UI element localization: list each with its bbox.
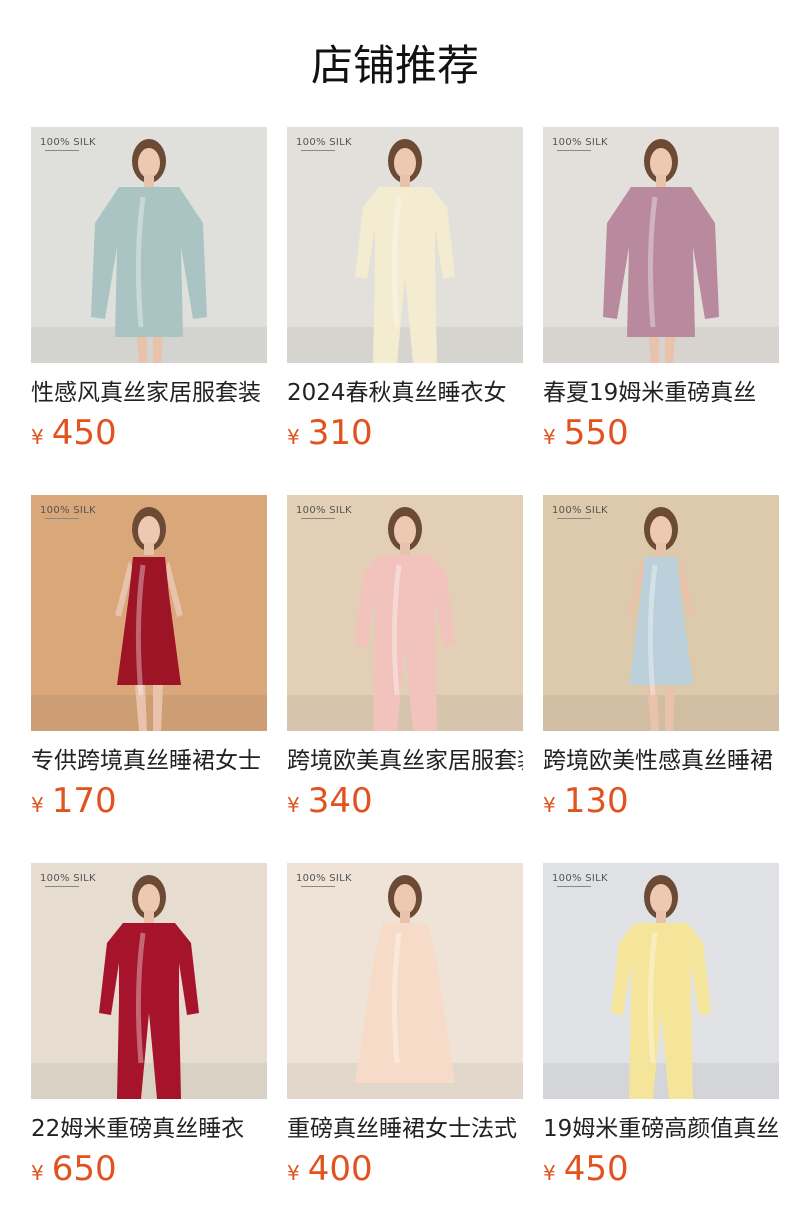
product-name[interactable]: 专供跨境真丝睡裙女士 xyxy=(31,745,267,777)
product-card[interactable]: 100% SILK 2024春秋真丝睡衣女 ¥310 xyxy=(287,127,523,453)
product-photo xyxy=(31,863,267,1099)
product-price: ¥130 xyxy=(543,781,779,821)
product-price: ¥340 xyxy=(287,781,523,821)
product-price: ¥450 xyxy=(31,413,267,453)
price-amount: 450 xyxy=(563,1149,629,1189)
price-amount: 400 xyxy=(307,1149,373,1189)
product-name[interactable]: 19姆米重磅高颜值真丝 xyxy=(543,1113,779,1145)
product-image[interactable]: 100% SILK xyxy=(31,495,267,731)
product-card[interactable]: 100% SILK 性感风真丝家居服套装 ¥450 xyxy=(31,127,267,453)
product-photo xyxy=(543,495,779,731)
brand-logo-underline xyxy=(45,150,79,151)
product-grid: 100% SILK 性感风真丝家居服套装 ¥450 100% SILK 2024春秋真丝… xyxy=(31,127,779,1189)
brand-logo: 100% SILK xyxy=(296,505,352,516)
currency-symbol: ¥ xyxy=(543,1161,556,1185)
currency-symbol: ¥ xyxy=(543,793,556,817)
product-photo xyxy=(543,127,779,363)
product-name[interactable]: 2024春秋真丝睡衣女 xyxy=(287,377,523,409)
brand-logo-underline xyxy=(301,150,335,151)
currency-symbol: ¥ xyxy=(287,425,300,449)
product-photo xyxy=(543,863,779,1099)
product-image[interactable]: 100% SILK xyxy=(31,127,267,363)
section-title: 店铺推荐 xyxy=(310,41,479,90)
product-name[interactable]: 跨境欧美性感真丝睡裙 xyxy=(543,745,779,777)
currency-symbol: ¥ xyxy=(31,793,44,817)
price-amount: 450 xyxy=(51,413,117,453)
product-name[interactable]: 重磅真丝睡裙女士法式 xyxy=(287,1113,523,1145)
brand-logo: 100% SILK xyxy=(296,137,352,148)
brand-logo: 100% SILK xyxy=(40,137,96,148)
brand-logo: 100% SILK xyxy=(552,137,608,148)
price-amount: 650 xyxy=(51,1149,117,1189)
brand-logo-underline xyxy=(557,150,591,151)
currency-symbol: ¥ xyxy=(31,1161,44,1185)
product-photo xyxy=(287,127,523,363)
product-card[interactable]: 100% SILK 春夏19姆米重磅真丝 ¥550 xyxy=(543,127,779,453)
brand-logo-underline xyxy=(45,886,79,887)
price-amount: 170 xyxy=(51,781,117,821)
brand-logo: 100% SILK xyxy=(296,873,352,884)
brand-logo-underline xyxy=(557,886,591,887)
product-price: ¥310 xyxy=(287,413,523,453)
product-photo xyxy=(287,863,523,1099)
product-name[interactable]: 跨境欧美真丝家居服套装 xyxy=(287,745,523,777)
brand-logo: 100% SILK xyxy=(40,505,96,516)
product-card[interactable]: 100% SILK 跨境欧美性感真丝睡裙 ¥130 xyxy=(543,495,779,821)
currency-symbol: ¥ xyxy=(287,1161,300,1185)
product-price: ¥550 xyxy=(543,413,779,453)
product-image[interactable]: 100% SILK xyxy=(287,863,523,1099)
product-card[interactable]: 100% SILK 专供跨境真丝睡裙女士 ¥170 xyxy=(31,495,267,821)
product-name[interactable]: 22姆米重磅真丝睡衣 xyxy=(31,1113,267,1145)
product-price: ¥650 xyxy=(31,1149,267,1189)
product-photo xyxy=(31,127,267,363)
product-image[interactable]: 100% SILK xyxy=(287,495,523,731)
product-image[interactable]: 100% SILK xyxy=(31,863,267,1099)
currency-symbol: ¥ xyxy=(31,425,44,449)
price-amount: 340 xyxy=(307,781,373,821)
store-recommendations-page: 店铺推荐 100% SILK 性感风真丝家居服套装 ¥450 100% SILK 202… xyxy=(0,0,790,1232)
brand-logo-underline xyxy=(557,518,591,519)
product-card[interactable]: 100% SILK 重磅真丝睡裙女士法式 ¥400 xyxy=(287,863,523,1189)
product-card[interactable]: 100% SILK 22姆米重磅真丝睡衣 ¥650 xyxy=(31,863,267,1189)
product-image[interactable]: 100% SILK xyxy=(287,127,523,363)
brand-logo: 100% SILK xyxy=(40,873,96,884)
product-card[interactable]: 100% SILK 跨境欧美真丝家居服套装 ¥340 xyxy=(287,495,523,821)
brand-logo: 100% SILK xyxy=(552,505,608,516)
currency-symbol: ¥ xyxy=(287,793,300,817)
product-name[interactable]: 性感风真丝家居服套装 xyxy=(31,377,267,409)
product-price: ¥170 xyxy=(31,781,267,821)
brand-logo-underline xyxy=(301,886,335,887)
product-photo xyxy=(287,495,523,731)
product-image[interactable]: 100% SILK xyxy=(543,495,779,731)
currency-symbol: ¥ xyxy=(543,425,556,449)
product-photo xyxy=(31,495,267,731)
product-image[interactable]: 100% SILK xyxy=(543,863,779,1099)
product-card[interactable]: 100% SILK 19姆米重磅高颜值真丝 ¥450 xyxy=(543,863,779,1189)
product-price: ¥400 xyxy=(287,1149,523,1189)
brand-logo-underline xyxy=(301,518,335,519)
product-image[interactable]: 100% SILK xyxy=(543,127,779,363)
brand-logo-underline xyxy=(45,518,79,519)
price-amount: 310 xyxy=(307,413,373,453)
product-price: ¥450 xyxy=(543,1149,779,1189)
product-name[interactable]: 春夏19姆米重磅真丝 xyxy=(543,377,779,409)
brand-logo: 100% SILK xyxy=(552,873,608,884)
price-amount: 550 xyxy=(563,413,629,453)
price-amount: 130 xyxy=(563,781,629,821)
